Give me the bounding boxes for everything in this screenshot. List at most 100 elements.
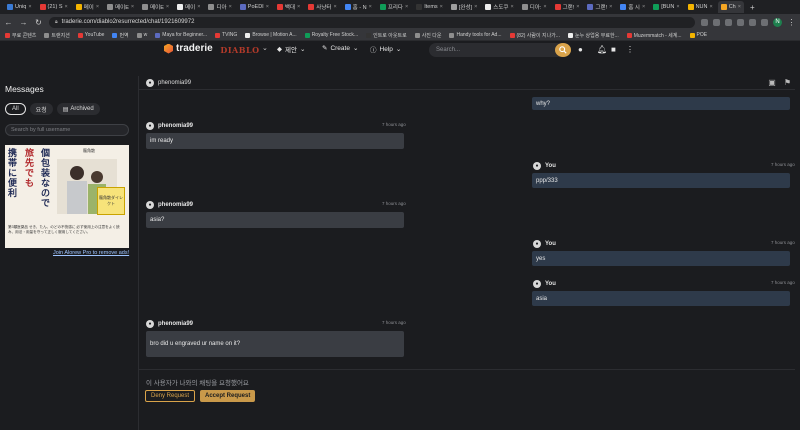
- close-icon[interactable]: ×: [440, 4, 443, 10]
- bookmark-item[interactable]: w: [136, 32, 147, 38]
- bookmark-item[interactable]: 무료 콘텐츠: [5, 32, 36, 39]
- close-icon[interactable]: ×: [709, 4, 712, 10]
- new-tab-icon[interactable]: +: [750, 3, 755, 12]
- bookmark-item[interactable]: 눈누 상업용 무료한...: [567, 32, 619, 39]
- browser-tab[interactable]: [BUN ×: [650, 1, 682, 13]
- extension-icon[interactable]: [737, 18, 744, 26]
- bookmark-item[interactable]: (82) 사람이 지나가...: [509, 32, 560, 39]
- share-icon[interactable]: [713, 18, 720, 26]
- archive-icon[interactable]: ▣: [768, 78, 776, 87]
- bookmark-item[interactable]: 인트로 아웃트로: [366, 32, 407, 39]
- bookmark-item[interactable]: Maya for Beginner...: [155, 32, 207, 38]
- filter-all[interactable]: All: [5, 103, 26, 115]
- profile-avatar[interactable]: N: [773, 17, 782, 27]
- filter-requests[interactable]: 요청: [29, 103, 53, 115]
- close-icon[interactable]: ×: [229, 4, 232, 10]
- message-author[interactable]: ● phenomia99: [146, 320, 193, 328]
- advertisement[interactable]: 携帯に便利 旅先でも 個包装なので 龍角散 龍角散ダイレクト 第3類医薬品 せき…: [5, 145, 129, 248]
- close-icon[interactable]: ×: [333, 4, 336, 10]
- browser-tab[interactable]: Items ×: [413, 1, 446, 13]
- site-search-input[interactable]: Search...: [429, 43, 571, 57]
- close-icon[interactable]: ×: [28, 4, 31, 10]
- close-icon[interactable]: ×: [197, 4, 200, 10]
- user-icon[interactable]: ●: [578, 45, 583, 54]
- close-icon[interactable]: ×: [96, 4, 99, 10]
- flag-icon[interactable]: ⚑: [784, 78, 791, 87]
- close-icon[interactable]: ×: [676, 4, 679, 10]
- close-icon[interactable]: ×: [266, 4, 269, 10]
- browser-tab[interactable]: 그랜! ×: [584, 1, 615, 13]
- browser-tab[interactable]: PoEDI ×: [237, 1, 272, 13]
- sidepanel-icon[interactable]: [761, 18, 768, 26]
- translate-icon[interactable]: [701, 18, 708, 26]
- close-icon[interactable]: ×: [131, 4, 134, 10]
- message-author[interactable]: ● You: [533, 162, 556, 170]
- browser-tab[interactable]: 메이 ×: [174, 1, 203, 13]
- bell-icon[interactable]: 🔔︎: [597, 45, 607, 54]
- message-author[interactable]: ● phenomia99: [146, 122, 193, 130]
- browser-tab[interactable]: 스도쿠 ×: [482, 1, 516, 13]
- browser-tab[interactable]: 백대 ×: [274, 1, 303, 13]
- chat-partner[interactable]: ● phenomia99: [146, 79, 191, 87]
- kebab-menu-icon[interactable]: ⋮: [626, 45, 634, 54]
- kebab-menu-icon[interactable]: ⋮: [787, 18, 796, 27]
- browser-tab[interactable]: 메이E ×: [104, 1, 137, 13]
- browser-tab[interactable]: 그랜! ×: [552, 1, 583, 13]
- chat-icon[interactable]: ■: [611, 45, 616, 54]
- close-icon[interactable]: ×: [510, 4, 513, 10]
- traderie-logo[interactable]: traderie: [164, 43, 213, 54]
- browser-tab[interactable]: 디아: ×: [519, 1, 550, 13]
- forward-icon[interactable]: →: [19, 18, 28, 27]
- bookmark-star-icon[interactable]: [725, 18, 732, 26]
- bookmark-item[interactable]: Browse | Motion A...: [245, 32, 297, 38]
- menu-help[interactable]: ⓘ Help ⌄: [370, 44, 401, 55]
- accept-request-button[interactable]: Accept Request: [200, 390, 256, 402]
- menu-offers[interactable]: ◆ 제안 ⌄: [277, 44, 305, 54]
- bookmark-item[interactable]: Handy tools for Ad...: [449, 32, 502, 38]
- browser-tab[interactable]: (21) S ×: [37, 1, 71, 13]
- close-icon[interactable]: ×: [609, 4, 612, 10]
- browser-tab[interactable]: Uniq ×: [4, 1, 35, 13]
- search-button[interactable]: [555, 43, 571, 57]
- close-icon[interactable]: ×: [543, 4, 546, 10]
- message-author[interactable]: ● You: [533, 240, 556, 248]
- browser-tab[interactable]: 메이E ×: [139, 1, 172, 13]
- bookmark-item[interactable]: 트랜지션: [44, 32, 70, 39]
- game-logo[interactable]: DIABLO: [220, 42, 260, 58]
- browser-tab[interactable]: [완성] ×: [448, 1, 480, 13]
- back-icon[interactable]: ←: [4, 18, 13, 27]
- message-author[interactable]: ● You: [533, 280, 556, 288]
- bookmark-item[interactable]: TVING: [215, 32, 237, 38]
- bookmark-item[interactable]: 번역: [112, 32, 129, 39]
- browser-tab[interactable]: 디아 ×: [205, 1, 234, 13]
- bookmark-item[interactable]: 사진 다운: [414, 32, 441, 39]
- puzzle-icon[interactable]: [749, 18, 756, 26]
- browser-tab[interactable]: 사냥터 ×: [305, 1, 339, 13]
- browser-tab[interactable]: 프리다 ×: [377, 1, 411, 13]
- bookmark-item[interactable]: Royalty Free Stock...: [304, 32, 358, 38]
- filter-archived[interactable]: ▤ Archived: [56, 103, 100, 115]
- reload-icon[interactable]: ↻: [34, 18, 43, 27]
- close-icon[interactable]: ×: [166, 4, 169, 10]
- close-icon[interactable]: ×: [576, 4, 579, 10]
- remove-ads-link[interactable]: Join Alorew Pro to remove ads!: [53, 250, 129, 256]
- browser-tab[interactable]: Ch ×: [717, 1, 744, 13]
- chevron-down-icon[interactable]: ⌄: [262, 44, 268, 52]
- close-icon[interactable]: ×: [297, 4, 300, 10]
- browser-tab[interactable]: 홈 - N ×: [342, 1, 375, 13]
- scrollbar[interactable]: [795, 76, 800, 430]
- bookmark-item[interactable]: YouTube: [77, 32, 104, 38]
- address-bar[interactable]: 🔒︎ traderie.com/diablo2resurrected/chat/…: [49, 16, 695, 28]
- browser-tab[interactable]: 메이 ×: [73, 1, 102, 13]
- close-icon[interactable]: ×: [369, 4, 372, 10]
- close-icon[interactable]: ×: [642, 4, 645, 10]
- bookmark-item[interactable]: POE: [689, 32, 707, 38]
- username-search-input[interactable]: Search by full username: [5, 124, 129, 136]
- browser-tab[interactable]: 홈 시 ×: [617, 1, 648, 13]
- close-icon[interactable]: ×: [65, 4, 68, 10]
- close-icon[interactable]: ×: [738, 4, 741, 10]
- close-icon[interactable]: ×: [474, 4, 477, 10]
- message-author[interactable]: ● phenomia99: [146, 201, 193, 209]
- menu-create[interactable]: ✎ Create ⌄: [322, 44, 358, 53]
- deny-request-button[interactable]: Deny Request: [145, 390, 196, 402]
